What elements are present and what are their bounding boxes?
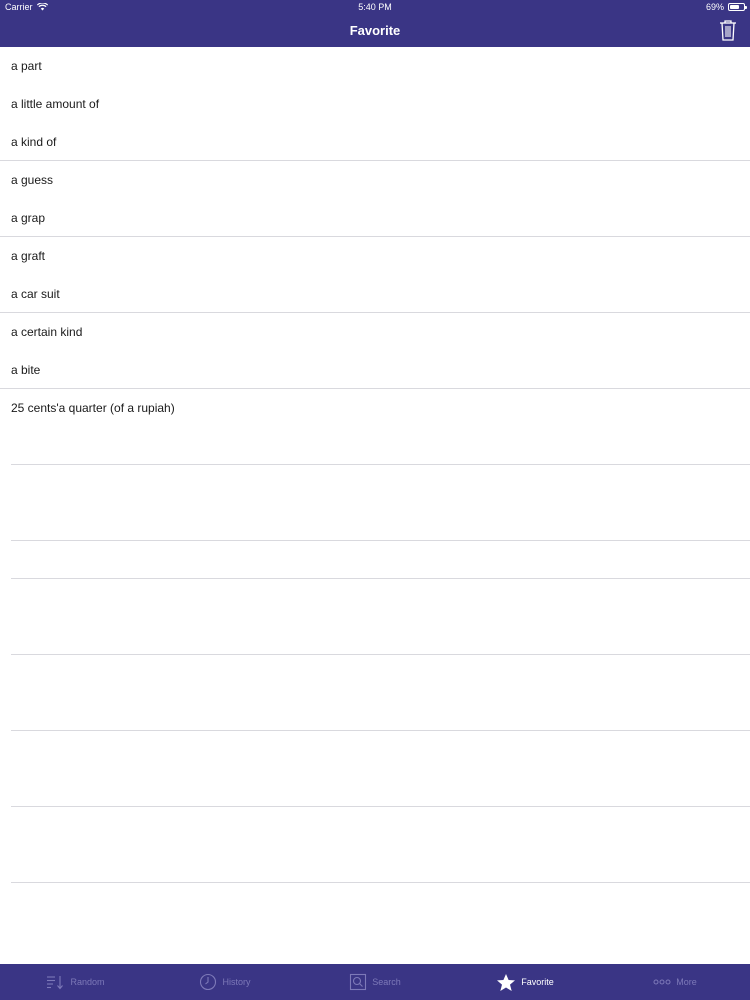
favorite-item[interactable]: a grap xyxy=(0,199,750,237)
empty-row xyxy=(11,617,750,655)
empty-row xyxy=(11,731,750,769)
status-time: 5:40 PM xyxy=(358,2,392,12)
empty-row xyxy=(11,769,750,807)
favorite-item[interactable]: a part xyxy=(0,47,750,85)
status-bar: Carrier 5:40 PM 69% xyxy=(0,0,750,14)
trash-icon xyxy=(720,20,736,41)
shuffle-icon xyxy=(47,976,64,990)
favorites-list: a part a little amount of a kind of a guess… xyxy=(0,47,750,883)
empty-row xyxy=(11,807,750,845)
navigation-header: Carrier 5:40 PM 69% Favorite xyxy=(0,0,750,47)
empty-row xyxy=(11,465,750,503)
battery-fill xyxy=(730,5,739,9)
tab-search[interactable]: Search xyxy=(300,964,450,1000)
status-right: 69% xyxy=(705,2,747,12)
tab-random[interactable]: Random xyxy=(0,964,150,1000)
tab-label: History xyxy=(222,977,251,987)
favorite-item[interactable]: 25 cents'a quarter (of a rupiah) xyxy=(0,389,750,427)
favorite-item[interactable]: a guess xyxy=(0,161,750,199)
tab-favorite[interactable]: Favorite xyxy=(450,964,600,1000)
favorite-item[interactable]: a car suit xyxy=(0,275,750,313)
tab-history[interactable]: History xyxy=(150,964,300,1000)
battery-icon xyxy=(728,3,747,11)
tab-label: Favorite xyxy=(521,977,554,987)
delete-all-button[interactable] xyxy=(718,19,738,41)
favorite-item[interactable]: a bite xyxy=(0,351,750,389)
empty-row xyxy=(11,655,750,693)
favorite-item[interactable]: a graft xyxy=(0,237,750,275)
page-title: Favorite xyxy=(349,23,401,38)
empty-row xyxy=(11,579,750,617)
clock-icon xyxy=(200,973,217,991)
tab-label: Search xyxy=(372,977,401,987)
favorite-item[interactable]: a little amount of xyxy=(0,85,750,123)
favorite-item[interactable]: a certain kind xyxy=(0,313,750,351)
favorite-item[interactable]: a kind of xyxy=(0,123,750,161)
search-icon xyxy=(350,973,367,991)
tab-bar: Random History Search Favorite More xyxy=(0,964,750,1000)
tab-label: Random xyxy=(70,977,105,987)
battery-percent: 69% xyxy=(705,2,724,12)
empty-row xyxy=(11,693,750,731)
tab-label: More xyxy=(676,977,697,987)
empty-row xyxy=(11,541,750,579)
empty-row xyxy=(11,503,750,541)
star-icon xyxy=(497,973,516,991)
empty-row xyxy=(11,845,750,883)
empty-row xyxy=(11,427,750,465)
tab-more[interactable]: More xyxy=(600,964,750,1000)
more-icon xyxy=(653,979,671,985)
